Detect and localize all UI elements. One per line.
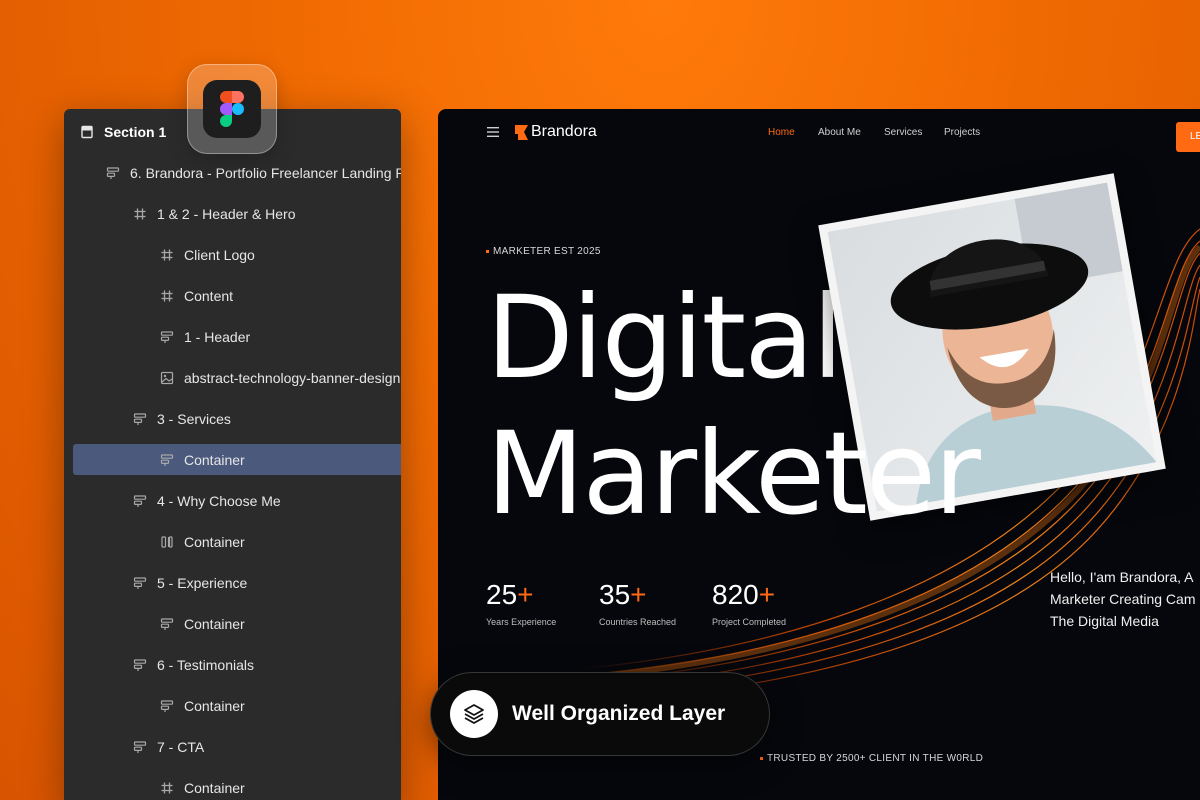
layers-panel: Section 1 6. Brandora - Portfolio Freelan… [64,109,401,800]
hash-icon [160,248,174,262]
brand-logo[interactable]: Brandora [515,123,597,141]
layer-row[interactable]: 5 - Experience [64,567,401,598]
pill-label: Well Organized Layer [512,702,726,725]
layer-label: 7 - CTA [157,738,205,755]
well-organized-layer-badge: Well Organized Layer [430,672,770,756]
layer-row[interactable]: Container [64,690,401,721]
layer-row[interactable]: abstract-technology-banner-design- [64,362,401,393]
layer-label: Container [184,533,245,550]
hero-headline-line1: Digital [486,271,844,404]
layer-label: 1 - Header [184,328,251,345]
accent-dot [760,756,763,760]
hash-icon [133,207,147,221]
figma-badge [187,64,277,154]
layer-row[interactable]: Container [64,608,401,639]
nav-link-home[interactable]: Home [768,127,795,138]
layer-row[interactable]: 4 - Why Choose Me [64,485,401,516]
nav-cta-button[interactable]: LE [1176,122,1200,152]
layer-row[interactable]: 7 - CTA [64,731,401,762]
layer-label: Container [184,615,245,632]
frame-stack-icon [160,699,174,713]
layers-stack-icon [450,690,498,738]
layer-label: 4 - Why Choose Me [157,492,281,509]
layer-label: Container [184,451,245,468]
frame-stack-icon [133,658,147,672]
layer-label: Client Logo [184,246,255,263]
hero-bio: Hello, I'am Brandora, A Marketer Creatin… [1050,569,1196,629]
columns-icon [160,535,174,549]
layer-label: 1 & 2 - Header & Hero [157,205,296,222]
layer-row[interactable]: 3 - Services [64,403,401,434]
brand-flag-icon [515,124,528,140]
accent-dot [486,249,489,253]
layer-row[interactable]: Container [64,772,401,800]
frame-stack-icon [133,412,147,426]
layer-label: 5 - Experience [157,574,248,591]
layer-row[interactable]: 6 - Testimonials [64,649,401,680]
frame-stack-icon [160,617,174,631]
layer-row[interactable]: Client Logo [64,239,401,270]
hash-icon [160,289,174,303]
hash-icon [160,781,174,795]
layer-row[interactable]: 6. Brandora - Portfolio Freelancer Landi… [64,157,401,188]
layer-label: 3 - Services [157,410,231,427]
nav-link-services[interactable]: Services [884,127,922,138]
nav-link-projects[interactable]: Projects [944,127,980,138]
hamburger-menu-icon[interactable] [487,126,499,138]
layer-label: Container [184,779,245,796]
layer-label: Container [184,697,245,714]
stat-countries: 35+ Countries Reached [599,579,677,627]
site-header: Brandora Home About Me Services Projects… [438,109,1200,157]
eyebrow-label: MARKETER EST 2025 [486,246,601,257]
layer-label: 6. Brandora - Portfolio Freelancer Landi… [130,164,401,181]
trusted-by-label: TRUSTED BY 2500+ CLIENT IN THE W0RLD [760,753,983,764]
stat-years: 25+ Years Experience [486,579,557,627]
brand-name: Brandora [531,123,597,140]
frame-stack-icon [133,740,147,754]
frame-stack-icon [133,494,147,508]
nav-link-about[interactable]: About Me [818,127,861,138]
frame-stack-icon [160,453,174,467]
layer-label: Content [184,287,234,304]
layer-row[interactable]: 1 & 2 - Header & Hero [64,198,401,229]
frame-stack-icon [133,576,147,590]
layer-label: Section 1 [104,123,167,140]
layer-row[interactable]: Container [64,526,401,557]
stat-projects: 820+ Project Completed [712,579,787,627]
layer-row[interactable]: Content [64,280,401,311]
figma-logo-icon [203,80,261,138]
layer-row[interactable]: Container [73,444,401,475]
image-icon [160,371,174,385]
frame-stack-icon [160,330,174,344]
section-icon [80,125,94,139]
frame-stack-icon [106,166,120,180]
layer-label: abstract-technology-banner-design- [184,369,401,386]
layer-row[interactable]: 1 - Header [64,321,401,352]
layer-label: 6 - Testimonials [157,656,255,673]
hero-headline-line2: Marketer [486,407,981,540]
